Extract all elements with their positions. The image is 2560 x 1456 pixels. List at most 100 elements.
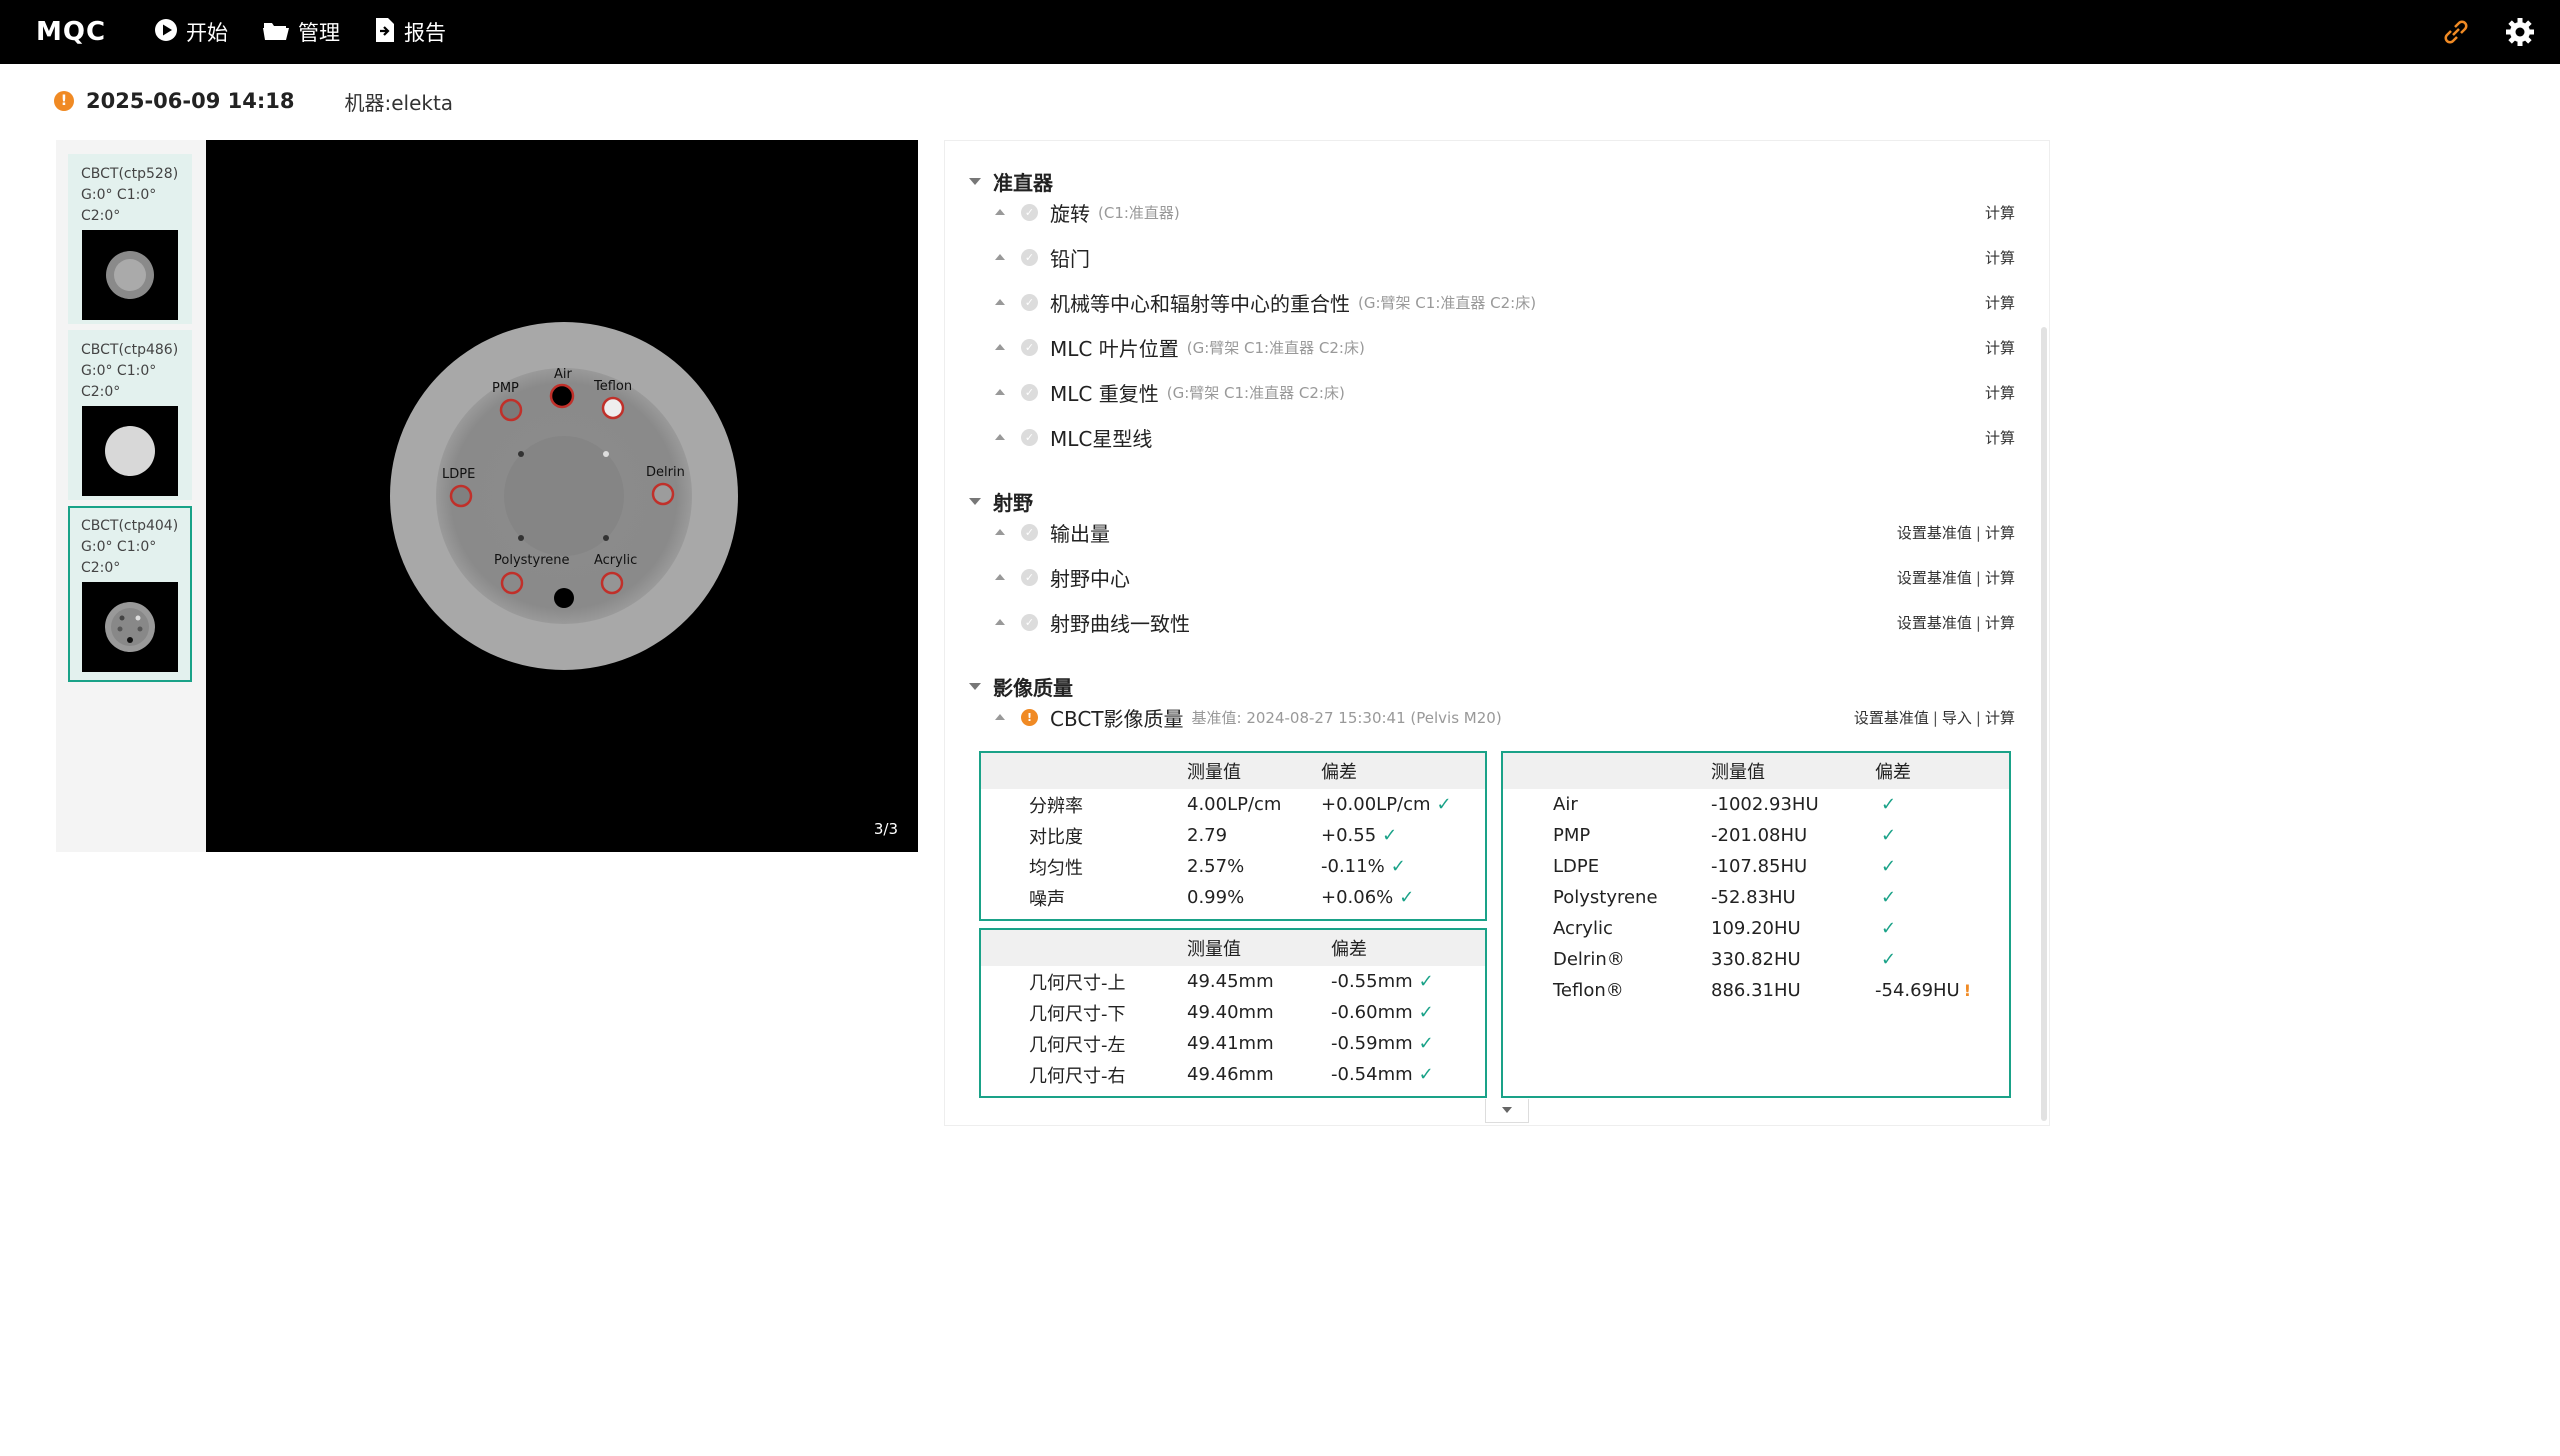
calc-button[interactable]: 计算 [1985,429,2015,447]
item-output[interactable]: ✓ 输出量 设置基准值 | 计算 [995,517,2015,547]
caret-up-icon [995,574,1005,580]
thumbnail-angles-c2: C2:0° [81,208,121,224]
item-field-profile[interactable]: ✓ 射野曲线一致性 设置基准值 | 计算 [995,607,2015,637]
section-image-quality[interactable]: 影像质量 [969,672,1073,701]
thumbnail-angles: G:0° C1:0° [81,539,157,555]
calc-button[interactable]: 计算 [1985,204,2015,222]
hu-table: 测量值 偏差 Air -1002.93HU ✓ PMP -201.08HU ✓ … [1501,751,2011,1098]
material-name: Air [1553,794,1578,815]
nav-report[interactable]: 报告 [374,0,446,64]
item-field-center[interactable]: ✓ 射野中心 设置基准值 | 计算 [995,562,2015,592]
table-row: 对比度 2.79 +0.55 ✓ [981,820,1485,851]
air-insert [549,383,575,409]
table-row: 几何尺寸-左 49.41mm -0.59mm ✓ [981,1028,1485,1059]
section-title: 影像质量 [993,676,1073,700]
set-baseline-button[interactable]: 设置基准值 [1897,614,1972,632]
link-icon[interactable] [2440,16,2472,48]
metric-value: 0.99% [1187,887,1245,908]
image-viewer[interactable]: Air PMP Teflon LDPE Delrin Polystyrene A… [206,140,918,852]
metric-name: 对比度 [1029,826,1083,848]
item-mlc-repeatability[interactable]: ✓ MLC 重复性 (G:臂架 C1:准直器 C2:床) 计算 [995,377,2015,407]
caret-up-icon [995,714,1005,720]
item-jaws[interactable]: ✓ 铅门 计算 [995,242,2015,272]
caret-down-icon [969,178,981,185]
check-icon: ✓ [1881,856,1897,877]
item-rotation[interactable]: ✓ 旋转 (C1:准直器) 计算 [995,197,2015,227]
metric-value: 2.79 [1187,825,1228,846]
check-icon: ✓ [1021,383,1038,401]
table-row: 噪声 0.99% +0.06% ✓ [981,882,1485,913]
thumbnail-ctp486[interactable]: CBCT(ctp486) G:0° C1:0° C2:0° [68,330,192,500]
section-collimator[interactable]: 准直器 [969,167,1053,196]
play-icon [154,18,178,47]
check-icon: ✓ [1021,248,1038,266]
warning-icon: ! [54,91,74,111]
table-row: Teflon® 886.31HU -54.69HU! [1503,975,2009,1006]
metric-name: 几何尺寸-下 [1029,1003,1126,1025]
item-mlc-position[interactable]: ✓ MLC 叶片位置 (G:臂架 C1:准直器 C2:床) 计算 [995,332,2015,362]
col-measured: 测量值 [1187,762,1241,783]
calc-button[interactable]: 计算 [1985,249,2015,267]
nav-manage-label: 管理 [298,21,340,45]
col-measured: 测量值 [1711,762,1765,783]
caret-down-icon [969,683,981,690]
item-actions: 计算 [1985,202,2015,223]
calc-button[interactable]: 计算 [1985,294,2015,312]
item-name: 输出量 [1050,521,1110,546]
thumbnail-title: CBCT(ctp528) [81,166,179,182]
metric-name: 几何尺寸-上 [1029,972,1126,994]
teflon-insert [601,396,625,420]
thumbnail-angles: G:0° C1:0° [81,187,157,203]
material-value: -107.85HU [1711,856,1808,877]
calc-button[interactable]: 计算 [1985,339,2015,357]
calc-button[interactable]: 计算 [1985,709,2015,727]
metric-value: 49.46mm [1187,1064,1274,1085]
table-row: 几何尺寸-上 49.45mm -0.55mm ✓ [981,966,1485,997]
thumbnail-ctp404[interactable]: CBCT(ctp404) G:0° C1:0° C2:0° [68,506,192,682]
check-icon: ✓ [1418,1002,1434,1023]
item-cbct[interactable]: ! CBCT影像质量 基准值: 2024-08-27 15:30:41 (Pel… [995,702,2015,732]
set-baseline-button[interactable]: 设置基准值 [1897,524,1972,542]
label-pmp: PMP [492,381,519,396]
check-icon: ✓ [1021,613,1038,631]
metric-value: 4.00LP/cm [1187,794,1282,815]
col-deviation: 偏差 [1321,762,1357,783]
calc-button[interactable]: 计算 [1985,384,2015,402]
pmp-insert [499,398,523,422]
chevron-down-icon [1502,1107,1512,1113]
set-baseline-button[interactable]: 设置基准值 [1854,709,1929,727]
calc-button[interactable]: 计算 [1985,614,2015,632]
material-name: Polystyrene [1553,887,1658,908]
nav-start[interactable]: 开始 [154,0,228,64]
page-indicator: 3/3 [873,820,898,838]
collapse-toggle[interactable] [1485,1099,1529,1123]
item-actions: 计算 [1985,292,2015,313]
caret-up-icon [995,434,1005,440]
metric-value: 49.40mm [1187,1002,1274,1023]
qa-panel: 准直器 ✓ 旋转 (C1:准直器) 计算 ✓ 铅门 计算 ✓ 机械等中心和辐射等… [944,140,2050,1126]
item-isocenter[interactable]: ✓ 机械等中心和辐射等中心的重合性 (G:臂架 C1:准直器 C2:床) 计算 [995,287,2015,317]
nav-manage[interactable]: 管理 [262,0,340,64]
set-baseline-button[interactable]: 设置基准值 [1897,569,1972,587]
item-name: 射野中心 [1050,566,1130,591]
item-actions: 设置基准值 | 导入 | 计算 [1853,708,2015,727]
panel-scrollbar[interactable] [2041,327,2047,1121]
calc-button[interactable]: 计算 [1985,524,2015,542]
calc-button[interactable]: 计算 [1985,569,2015,587]
check-icon: ✓ [1436,794,1452,815]
import-button[interactable]: 导入 [1942,709,1972,727]
section-field[interactable]: 射野 [969,487,1033,516]
item-mlc-star[interactable]: ✓ MLC星型线 计算 [995,422,2015,452]
table-row: PMP -201.08HU ✓ [1503,820,2009,851]
gear-icon[interactable] [2504,16,2536,48]
item-sub: (G:臂架 C1:准直器 C2:床) [1186,338,1365,357]
label-polystyrene: Polystyrene [494,553,570,568]
item-sub: (C1:准直器) [1098,203,1180,222]
table-row: Delrin® 330.82HU ✓ [1503,944,2009,975]
table-row: 几何尺寸-下 49.40mm -0.60mm ✓ [981,997,1485,1028]
metric-value: 49.45mm [1187,971,1274,992]
item-name: 旋转 [1050,201,1090,226]
caret-up-icon [995,619,1005,625]
thumbnail-ctp528[interactable]: CBCT(ctp528) G:0° C1:0° C2:0° [68,154,192,324]
caret-up-icon [995,299,1005,305]
